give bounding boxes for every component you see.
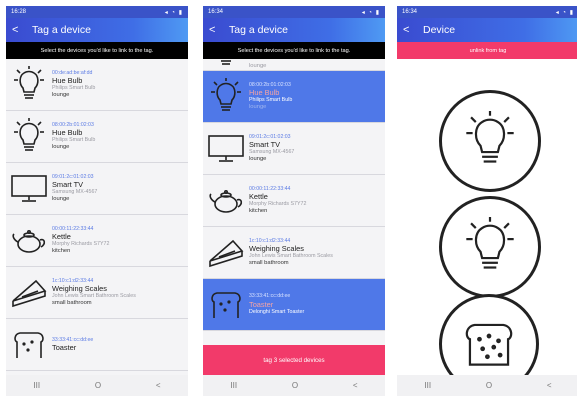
- screen-tag-device-selection: 16:34 ◂ ◔ ▮ < Tag a device Select the de…: [203, 6, 385, 396]
- device-name: Smart TV: [52, 180, 84, 190]
- screen-device-detail: 16:34 ◂ ◔ ▮ < Device unlink from tag III…: [397, 6, 577, 396]
- home-button[interactable]: O: [486, 381, 492, 390]
- device-model: Philips Smart Bulb: [52, 137, 96, 144]
- bulb-icon: [203, 77, 249, 116]
- bulb-device-button[interactable]: [439, 90, 541, 192]
- device-name: Kettle: [52, 232, 71, 242]
- device-row[interactable]: 08:00:2b:01:02:03 Hue Bulb Philips Smart…: [6, 111, 188, 163]
- app-bar: < Tag a device: [203, 18, 385, 42]
- device-location: lounge: [249, 62, 267, 69]
- device-row[interactable]: 00:00:11:22:33:44 Kettle Morphy Richards…: [203, 175, 385, 227]
- bulb-icon: [466, 217, 514, 269]
- device-row-partial[interactable]: lounge: [203, 59, 385, 71]
- bulb-device-button[interactable]: [439, 196, 541, 298]
- device-location: kitchen: [52, 248, 71, 255]
- device-model: John Lewis Smart Bathroom Scales: [249, 253, 333, 260]
- status-time: 16:34: [402, 9, 418, 15]
- unlink-from-tag-button[interactable]: unlink from tag: [397, 42, 577, 59]
- device-row[interactable]: 00:00:11:22:33:44 Kettle Morphy Richards…: [6, 215, 188, 267]
- device-list: lounge 08:00:2b:01:02:03 Hue Bulb Philip…: [203, 59, 385, 345]
- app-bar: < Tag a device: [6, 18, 188, 42]
- system-nav-bar: III O <: [6, 375, 188, 396]
- device-location: kitchen: [249, 208, 268, 215]
- toaster-icon: [203, 290, 249, 320]
- tag-selected-devices-button[interactable]: tag 3 selected devices: [203, 345, 385, 375]
- device-model: Delonghi Smart Toaster: [249, 309, 305, 316]
- device-model: Samsung MX-4567: [52, 189, 98, 196]
- device-model: Samsung MX-4567: [249, 149, 295, 156]
- device-model: Morphy Richards S7Y72: [52, 241, 110, 248]
- app-bar: < Device: [397, 18, 577, 42]
- device-model: Philips Smart Bulb: [52, 85, 96, 92]
- device-location: lounge: [52, 144, 70, 151]
- device-model: John Lewis Smart Bathroom Scales: [52, 293, 136, 300]
- device-location: lounge: [249, 156, 267, 163]
- recents-button[interactable]: III: [230, 381, 237, 390]
- device-row[interactable]: 00:de:ad:be:af:dd Hue Bulb Philips Smart…: [6, 59, 188, 111]
- status-time: 16:28: [11, 9, 27, 15]
- page-title: Tag a device: [32, 24, 91, 36]
- bulb-icon: [203, 60, 249, 70]
- device-row[interactable]: 09:01:2c:01:02:03 Smart TV Samsung MX-45…: [6, 163, 188, 215]
- device-row-selected[interactable]: 08:00:2b:01:02:03 Hue Bulb Philips Smart…: [203, 71, 385, 123]
- back-arrow-icon[interactable]: <: [12, 24, 28, 36]
- recents-button[interactable]: III: [33, 381, 40, 390]
- system-nav-bar: III O <: [397, 375, 577, 396]
- home-button[interactable]: O: [95, 381, 101, 390]
- status-icons: ◂ ◔ ▮: [361, 9, 380, 16]
- device-model: Philips Smart Bulb: [249, 97, 293, 104]
- device-name: Smart TV: [249, 140, 281, 150]
- status-time: 16:34: [208, 9, 224, 15]
- device-name: Hue Bulb: [52, 76, 83, 86]
- device-row[interactable]: 09:01:2c:01:02:03 Smart TV Samsung MX-45…: [203, 123, 385, 175]
- status-bar: 16:34 ◂ ◔ ▮: [397, 6, 577, 18]
- bulb-icon: [6, 117, 52, 156]
- device-name: Hue Bulb: [52, 128, 83, 138]
- device-name: Hue Bulb: [249, 88, 280, 98]
- kettle-icon: [6, 226, 52, 256]
- tv-icon: [6, 174, 52, 204]
- status-bar: 16:28 ◂ ◔ ▮: [6, 6, 188, 18]
- page-title: Device: [423, 24, 456, 36]
- status-bar: 16:34 ◂ ◔ ▮: [203, 6, 385, 18]
- status-icons: ◂ ◔ ▮: [555, 9, 574, 16]
- device-name: Toaster: [52, 343, 77, 353]
- tv-icon: [203, 134, 249, 164]
- toaster-icon: [465, 323, 513, 366]
- device-row-selected[interactable]: 33:33:41:cc:dd:ee Toaster Delonghi Smart…: [203, 279, 385, 331]
- back-button[interactable]: <: [547, 381, 552, 390]
- recents-button[interactable]: III: [424, 381, 431, 390]
- device-location: lounge: [249, 104, 267, 111]
- back-button[interactable]: <: [353, 381, 358, 390]
- toaster-icon: [6, 330, 52, 360]
- device-list: 00:de:ad:be:af:dd Hue Bulb Philips Smart…: [6, 59, 188, 375]
- instruction-banner: Select the devices you'd like to link to…: [6, 42, 188, 59]
- status-icons: ◂ ◔ ▮: [164, 9, 183, 16]
- device-location: small bathroom: [52, 300, 92, 307]
- system-nav-bar: III O <: [203, 375, 385, 396]
- bulb-icon: [466, 111, 514, 163]
- device-row[interactable]: 33:33:41:cc:dd:ee Toaster: [6, 319, 188, 371]
- back-arrow-icon[interactable]: <: [209, 24, 225, 36]
- device-name: Weighing Scales: [52, 284, 107, 294]
- device-location: lounge: [52, 92, 70, 99]
- device-row[interactable]: 1c:10:c1:d2:33:44 Weighing Scales John L…: [203, 227, 385, 279]
- instruction-banner: Select the devices you'd like to link to…: [203, 42, 385, 59]
- page-title: Tag a device: [229, 24, 288, 36]
- device-name: Kettle: [249, 192, 268, 202]
- device-name: Toaster: [249, 299, 274, 309]
- scales-icon: [6, 277, 52, 309]
- kettle-icon: [203, 186, 249, 216]
- device-location: small bathroom: [249, 260, 289, 267]
- device-row[interactable]: 1c:10:c1:d2:33:44 Weighing Scales John L…: [6, 267, 188, 319]
- scales-icon: [203, 237, 249, 269]
- home-button[interactable]: O: [292, 381, 298, 390]
- back-button[interactable]: <: [156, 381, 161, 390]
- screen-tag-device-list: 16:28 ◂ ◔ ▮ < Tag a device Select the de…: [6, 6, 188, 396]
- device-location: lounge: [52, 196, 70, 203]
- device-name: Weighing Scales: [249, 244, 304, 254]
- back-arrow-icon[interactable]: <: [403, 24, 419, 36]
- bulb-icon: [6, 65, 52, 104]
- device-model: Morphy Richards S7Y72: [249, 201, 307, 208]
